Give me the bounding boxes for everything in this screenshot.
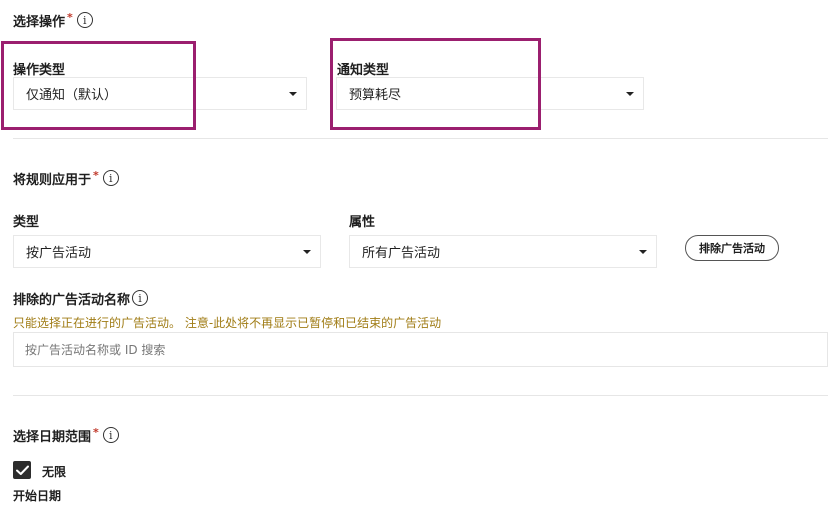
checkmark-icon [15,465,29,475]
attribute-label: 属性 [349,215,376,230]
dropdown-arrow[interactable] [630,236,656,267]
info-icon[interactable]: i [76,12,93,28]
start-date-label: 开始日期 [13,489,62,503]
attribute-value: 所有广告活动 [362,246,441,261]
caret-down-icon [289,91,297,96]
type-label: 类型 [13,215,40,230]
section-divider [13,138,828,139]
caret-down-icon [626,91,634,96]
required-star: * [67,10,73,24]
section-divider [13,395,828,396]
dropdown-arrow[interactable] [617,78,643,109]
caret-down-icon [639,249,647,254]
excluded-names-heading: 排除的广告活动名称 i [13,289,149,308]
date-range-heading: 选择日期范围 * i [13,425,119,445]
apply-rule-title: 将规则应用于 [13,172,92,188]
info-icon[interactable]: i [132,290,149,306]
type-select[interactable]: 按广告活动 [13,235,321,268]
unlimited-label: 无限 [42,465,67,479]
campaign-search-input[interactable]: 按广告活动名称或 ID 搜索 [13,332,828,367]
unlimited-checkbox[interactable] [13,461,31,479]
campaign-search-placeholder: 按广告活动名称或 ID 搜索 [25,343,166,357]
caret-down-icon [303,249,311,254]
required-star: * [93,425,99,439]
required-star: * [93,168,99,182]
excluded-warning-text: 只能选择正在进行的广告活动。 注意-此处将不再显示已暂停和已结束的广告活动 [13,316,442,330]
dropdown-arrow[interactable] [294,236,320,267]
date-range-title: 选择日期范围 [13,429,92,445]
select-operation-heading: 选择操作 * i [13,10,93,30]
info-icon[interactable]: i [102,427,119,443]
highlight-box-operation-type [1,41,196,130]
apply-rule-heading: 将规则应用于 * i [13,168,119,188]
attribute-select[interactable]: 所有广告活动 [349,235,657,268]
excluded-names-label: 排除的广告活动名称 [13,292,131,308]
exclude-campaigns-button[interactable]: 排除广告活动 [685,235,779,261]
info-icon[interactable]: i [102,170,119,186]
highlight-box-notification-type [330,38,541,130]
dropdown-arrow[interactable] [280,78,306,109]
type-value: 按广告活动 [26,246,92,261]
select-operation-title: 选择操作 [13,14,66,30]
